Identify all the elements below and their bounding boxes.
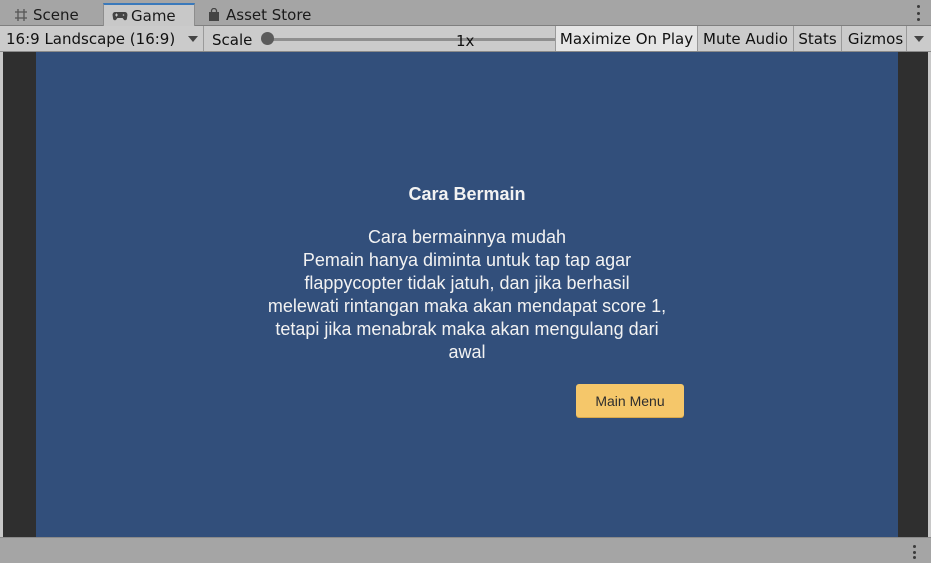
grid-icon xyxy=(14,8,28,22)
gizmos-dropdown-button[interactable] xyxy=(906,26,931,51)
scale-slider-handle[interactable] xyxy=(261,32,274,45)
scale-value: 1x xyxy=(456,32,475,50)
shopping-bag-icon xyxy=(207,7,221,22)
more-options-icon[interactable] xyxy=(915,5,921,21)
tab-label: Game xyxy=(131,7,176,25)
aspect-ratio-value: 16:9 Landscape (16:9) xyxy=(6,29,176,48)
game-view-toolbar: 16:9 Landscape (16:9) Scale 1x Maximize … xyxy=(0,26,931,52)
tab-scene[interactable]: Scene xyxy=(6,3,87,26)
gamepad-icon xyxy=(112,9,128,23)
game-canvas: Cara Bermain Cara bermainnya mudah Pemai… xyxy=(36,52,898,537)
status-options-icon[interactable] xyxy=(911,545,917,559)
status-bar xyxy=(0,537,931,563)
tab-label: Asset Store xyxy=(226,5,312,24)
maximize-on-play-toggle[interactable]: Maximize On Play xyxy=(555,26,697,51)
gizmos-toggle[interactable]: Gizmos xyxy=(841,26,909,51)
how-to-play-text: Cara bermainnya mudah Pemain hanya dimin… xyxy=(267,227,667,362)
how-to-play-title: Cara Bermain xyxy=(408,184,526,204)
scale-label: Scale xyxy=(212,31,253,49)
editor-tab-bar: Scene Game Asset Store xyxy=(0,0,931,27)
tab-label: Scene xyxy=(33,5,79,24)
tab-game[interactable]: Game xyxy=(103,3,195,27)
mute-audio-toggle[interactable]: Mute Audio xyxy=(697,26,793,51)
main-menu-button[interactable]: Main Menu xyxy=(576,384,684,417)
chevron-down-icon xyxy=(914,35,924,42)
scale-control: Scale 1x xyxy=(205,26,653,51)
tab-asset-store[interactable]: Asset Store xyxy=(199,3,319,26)
chevron-down-icon xyxy=(188,36,198,42)
aspect-ratio-dropdown[interactable]: 16:9 Landscape (16:9) xyxy=(0,26,204,51)
stats-toggle[interactable]: Stats xyxy=(793,26,841,51)
